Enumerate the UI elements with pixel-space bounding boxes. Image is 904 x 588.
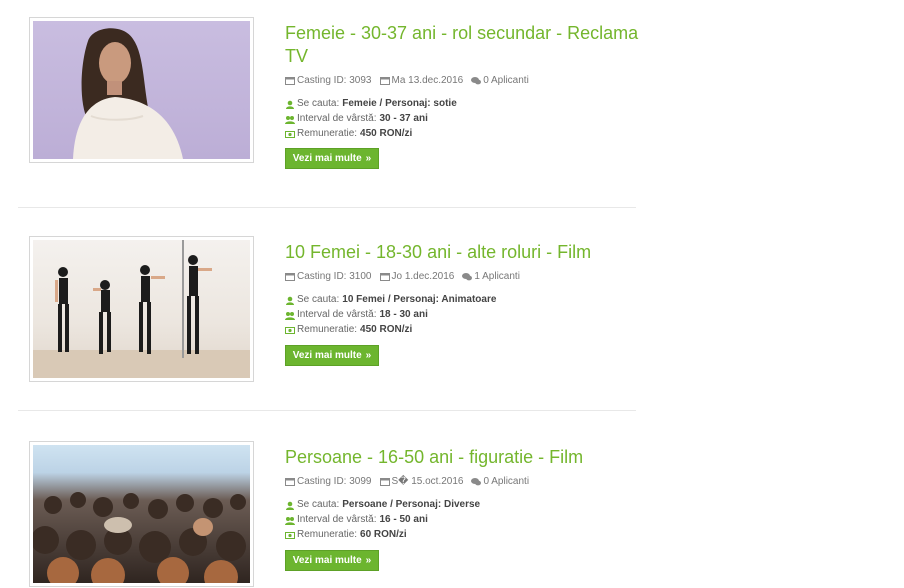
calendar-icon: [379, 477, 390, 486]
seeking-label: Se cauta:: [297, 499, 340, 510]
seeking-value: Persoane / Personaj: Diverse: [342, 499, 481, 510]
view-more-button[interactable]: Vezi mai multe»: [285, 148, 379, 169]
view-more-label: Vezi mai multe: [292, 350, 362, 361]
listing-meta: Casting ID: 3093 Ma 13.dec.2016 0 Aplica…: [285, 75, 537, 86]
calendar-icon: [379, 76, 390, 85]
age-value: 30 - 37 ani: [379, 113, 428, 124]
pay-value: 450 RON/zi: [360, 324, 413, 335]
listing-details: Se cauta: 10 Femei / Personaj: Animatoare…: [285, 292, 496, 337]
view-more-button[interactable]: Vezi mai multe»: [285, 550, 379, 571]
calendar-icon: [379, 272, 390, 281]
listing-meta: Casting ID: 3100 Jo 1.dec.2016 1 Aplican…: [285, 271, 528, 282]
pay-label: Remuneratie:: [297, 128, 358, 139]
pay-label: Remuneratie:: [297, 324, 358, 335]
seeking-label: Se cauta:: [297, 98, 340, 109]
casting-date: Jo 1.dec.2016: [391, 271, 455, 282]
listing-title[interactable]: 10 Femei - 18-30 ani - alte roluri - Fil…: [285, 241, 645, 264]
money-icon: [285, 325, 295, 334]
user-icon: [285, 99, 295, 109]
listing-thumbnail[interactable]: [29, 236, 254, 382]
listing-meta: Casting ID: 3099 S� 15.oct.2016 0 Aplica…: [285, 476, 537, 487]
view-more-label: Vezi mai multe: [292, 555, 362, 566]
pay-value: 60 RON/zi: [360, 529, 407, 540]
calendar-icon: [285, 272, 295, 281]
applicants-count: 0 Aplicanti: [483, 75, 529, 86]
users-icon: [285, 114, 295, 124]
user-icon: [285, 295, 295, 305]
casting-id: Casting ID: 3099: [297, 476, 372, 487]
seeking-value: Femeie / Personaj: sotie: [342, 98, 457, 109]
pay-value: 450 RON/zi: [360, 128, 413, 139]
age-value: 16 - 50 ani: [379, 514, 428, 525]
listing-title[interactable]: Femeie - 30-37 ani - rol secundar - Recl…: [285, 22, 645, 68]
comments-icon: [462, 272, 473, 281]
casting-id: Casting ID: 3100: [297, 271, 372, 282]
age-value: 18 - 30 ani: [379, 309, 428, 320]
casting-date: Ma 13.dec.2016: [391, 75, 464, 86]
seeking-value: 10 Femei / Personaj: Animatoare: [342, 294, 497, 305]
listing-details: Se cauta: Femeie / Personaj: sotie Interv…: [285, 96, 457, 141]
casting-id: Casting ID: 3093: [297, 75, 372, 86]
comments-icon: [471, 477, 482, 486]
user-icon: [285, 500, 295, 510]
listing-thumbnail[interactable]: [29, 441, 254, 587]
age-label: Interval de vârstă:: [297, 514, 377, 525]
calendar-icon: [285, 76, 295, 85]
age-label: Interval de vârstă:: [297, 309, 377, 320]
listing-title[interactable]: Persoane - 16-50 ani - figuratie - Film: [285, 446, 645, 469]
users-icon: [285, 310, 295, 320]
listing-divider: [18, 410, 636, 411]
crowd-image: [33, 445, 250, 583]
chevron-right-icon: »: [365, 555, 372, 566]
casting-date: S� 15.oct.2016: [391, 476, 464, 487]
calendar-icon: [285, 477, 295, 486]
dancers-image: [33, 240, 250, 378]
view-more-button[interactable]: Vezi mai multe»: [285, 345, 379, 366]
listing-thumbnail[interactable]: [29, 17, 254, 163]
chevron-right-icon: »: [365, 153, 372, 164]
comments-icon: [471, 76, 482, 85]
woman-portrait-image: [33, 21, 250, 159]
listing-divider: [18, 207, 636, 208]
seeking-label: Se cauta:: [297, 294, 340, 305]
users-icon: [285, 515, 295, 525]
view-more-label: Vezi mai multe: [292, 153, 362, 164]
pay-label: Remuneratie:: [297, 529, 358, 540]
money-icon: [285, 530, 295, 539]
age-label: Interval de vârstă:: [297, 113, 377, 124]
chevron-right-icon: »: [365, 350, 372, 361]
applicants-count: 1 Aplicanti: [474, 271, 520, 282]
listing-details: Se cauta: Persoane / Personaj: Diverse In…: [285, 497, 480, 542]
applicants-count: 0 Aplicanti: [483, 476, 530, 487]
money-icon: [285, 129, 295, 138]
